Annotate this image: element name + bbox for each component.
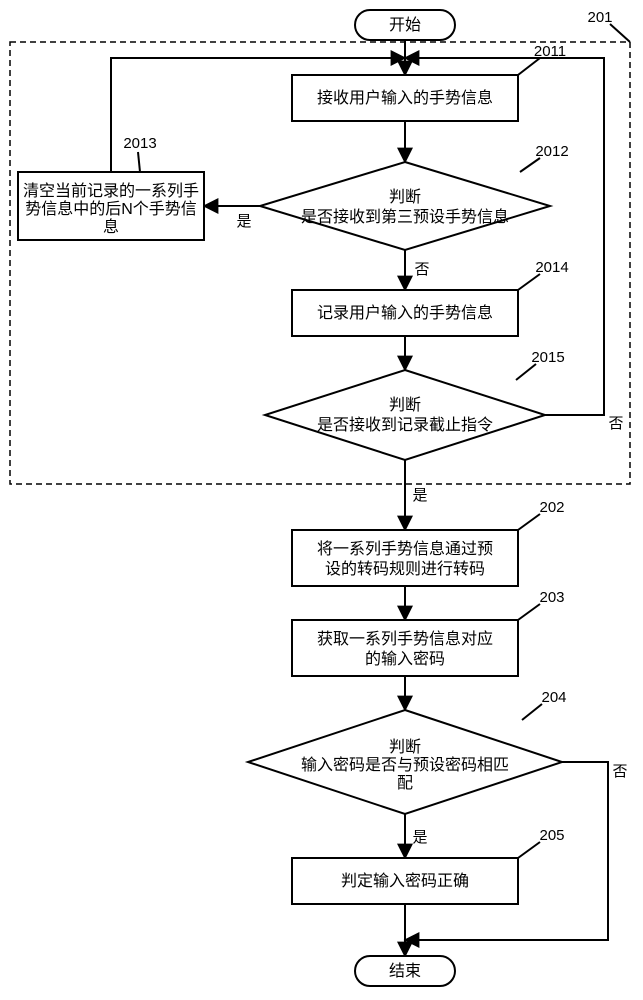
callout-205: 205 — [539, 827, 564, 844]
node-2013-l2: 势信息中的后N个手势信 — [25, 200, 197, 218]
callout-line-2011 — [518, 58, 540, 75]
callout-line-2012 — [520, 158, 540, 172]
node-2014-label: 记录用户输入的手势信息 — [317, 304, 493, 322]
node-204-l2: 输入密码是否与预设密码相匹 — [301, 756, 509, 774]
label-204-no: 否 — [612, 763, 627, 780]
node-2015 — [265, 370, 545, 460]
callout-2014: 2014 — [535, 259, 568, 276]
node-2013-l1: 清空当前记录的一系列手 — [23, 182, 199, 200]
callout-line-203 — [518, 604, 540, 620]
flowchart-diagram: 201 开始 接收用户输入的手势信息 2011 判断 是否接收到第三预设手势信息… — [0, 0, 643, 1000]
callout-line-204 — [522, 704, 542, 720]
node-2012-l2: 是否接收到第三预设手势信息 — [301, 208, 509, 226]
node-203-l2: 的输入密码 — [365, 650, 445, 668]
node-2015-l2: 是否接收到记录截止指令 — [317, 416, 493, 434]
node-202-l1: 将一系列手势信息通过预 — [317, 540, 493, 558]
callout-2013: 2013 — [123, 135, 156, 152]
callout-line-2015 — [516, 364, 536, 380]
callout-line-205 — [518, 842, 540, 858]
node-203-l1: 获取一系列手势信息对应 — [317, 629, 493, 648]
label-204-yes: 是 — [412, 829, 427, 846]
callout-line-202 — [518, 514, 540, 530]
terminal-end-label: 结束 — [389, 962, 421, 980]
label-2012-no: 否 — [414, 261, 429, 278]
callout-2015: 2015 — [531, 349, 564, 366]
node-204-l1: 判断 — [389, 738, 421, 756]
callout-202: 202 — [539, 499, 564, 516]
label-2015-no: 否 — [608, 415, 623, 432]
node-2012-l1: 判断 — [389, 188, 421, 206]
callout-line-2014 — [518, 274, 540, 290]
callout-line-2013 — [138, 152, 140, 172]
callout-2012: 2012 — [535, 143, 568, 160]
label-2012-yes: 是 — [236, 213, 251, 230]
node-2015-l1: 判断 — [389, 396, 421, 414]
node-204-l3: 配 — [397, 774, 413, 792]
node-2011-label: 接收用户输入的手势信息 — [317, 89, 493, 107]
node-202-l2: 设的转码规则进行转码 — [325, 560, 485, 578]
node-205-label: 判定输入密码正确 — [341, 872, 469, 890]
node-2013-l3: 息 — [103, 218, 119, 236]
label-2015-yes: 是 — [412, 487, 427, 504]
callout-203: 203 — [539, 589, 564, 606]
callout-line-201 — [610, 24, 630, 42]
callout-201: 201 — [587, 9, 612, 26]
callout-204: 204 — [541, 689, 566, 706]
terminal-start-label: 开始 — [389, 16, 421, 34]
